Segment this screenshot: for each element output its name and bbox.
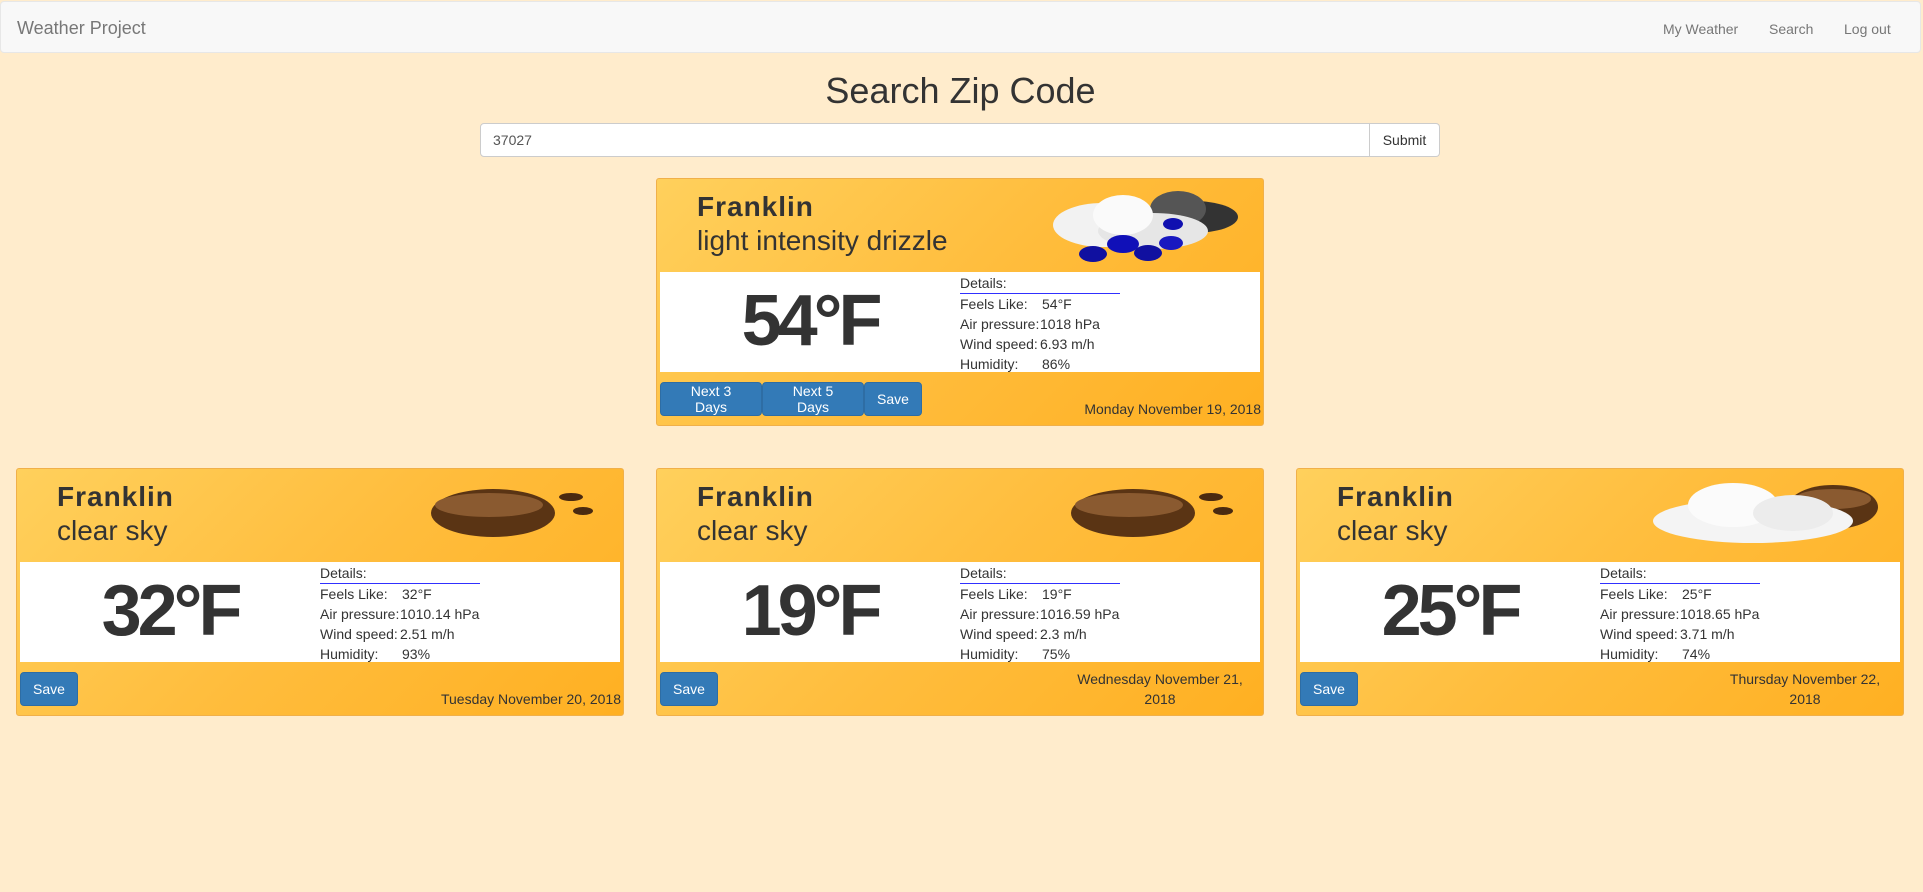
current-weather-card: Franklin light intensity drizzle 54°F De… <box>656 178 1264 426</box>
wind-speed-label: Wind speed: <box>960 626 1038 642</box>
humidity-label: Humidity: <box>960 646 1019 662</box>
humidity-value: 86% <box>1042 356 1071 372</box>
wind-speed-label: Wind speed: <box>320 626 398 642</box>
search-form: Submit <box>480 123 1440 157</box>
rain-cloud-icon <box>1053 191 1238 262</box>
details-heading: Details: <box>960 563 1120 584</box>
air-pressure-label: Air pressure: <box>1600 606 1680 622</box>
card-description: light intensity drizzle <box>697 225 948 256</box>
wind-speed-value: 2.3 m/h <box>1040 626 1087 642</box>
wind-speed-value: 3.71 m/h <box>1680 626 1735 642</box>
wind-speed-value: 2.51 m/h <box>400 626 455 642</box>
cloud-icon <box>1653 483 1878 543</box>
card-date: Monday November 19, 2018 <box>1084 401 1261 417</box>
card-body: 54°F Details: Feels Like: 54°F Air pressu… <box>660 272 1260 372</box>
details-heading: Details: <box>1600 563 1760 584</box>
air-pressure-label: Air pressure: <box>960 316 1040 332</box>
feels-like-label: Feels Like: <box>960 586 1028 602</box>
wind-speed-label: Wind speed: <box>960 336 1038 352</box>
zip-code-input[interactable] <box>480 123 1370 157</box>
temperature: 19°F <box>741 571 883 651</box>
nav-log-out[interactable]: Log out <box>1844 21 1891 37</box>
brand-link[interactable]: Weather Project <box>17 18 146 39</box>
card-body: 19°F Details: Feels Like: 19°F Air pressu… <box>660 562 1260 662</box>
feels-like-label: Feels Like: <box>1600 586 1668 602</box>
humidity-value: 75% <box>1042 646 1071 662</box>
save-button[interactable]: Save <box>20 672 78 706</box>
air-pressure-value: 1018.65 hPa <box>1680 606 1760 622</box>
forecast-card: Franklin clear sky 32°F Details: Feels L… <box>16 468 624 716</box>
nav-search[interactable]: Search <box>1769 21 1813 37</box>
page-title: Search Zip Code <box>825 70 1096 111</box>
air-pressure-label: Air pressure: <box>960 606 1040 622</box>
details: Details: Feels Like: 32°F Air pressure: 10… <box>320 563 480 664</box>
humidity-label: Humidity: <box>1600 646 1659 662</box>
card-date: Tuesday November 20, 2018 <box>440 691 621 707</box>
humidity-label: Humidity: <box>960 356 1019 372</box>
forecast-card: Franklin clear sky 19°F Details: Feels L… <box>656 468 1264 716</box>
humidity-value: 93% <box>402 646 431 662</box>
feels-like-value: 25°F <box>1682 586 1712 602</box>
feels-like-label: Feels Like: <box>320 586 388 602</box>
clear-sky-icon <box>1071 489 1233 537</box>
card-date-line2: 2018 <box>1789 691 1821 707</box>
humidity-label: Humidity: <box>320 646 379 662</box>
temperature: 54°F <box>741 281 883 361</box>
humidity-value: 74% <box>1682 646 1711 662</box>
feels-like-value: 19°F <box>1042 586 1072 602</box>
card-description: clear sky <box>697 515 808 546</box>
wind-speed-value: 6.93 m/h <box>1040 336 1095 352</box>
details: Details: Feels Like: 19°F Air pressure: 10… <box>960 563 1120 664</box>
details-heading: Details: <box>320 563 480 584</box>
save-button[interactable]: Save <box>1300 672 1358 706</box>
submit-button[interactable]: Submit <box>1370 123 1440 157</box>
air-pressure-value: 1018 hPa <box>1040 316 1100 332</box>
navbar: Weather Project My Weather Search Log ou… <box>0 1 1921 53</box>
card-description: clear sky <box>1337 515 1448 546</box>
air-pressure-value: 1016.59 hPa <box>1040 606 1120 622</box>
feels-like-value: 54°F <box>1042 296 1072 312</box>
card-city: Franklin <box>57 481 174 512</box>
save-button[interactable]: Save <box>660 672 718 706</box>
details: Details: Feels Like: 25°F Air pressure: 10… <box>1600 563 1760 664</box>
card-city: Franklin <box>697 191 814 222</box>
details-heading: Details: <box>960 273 1120 294</box>
card-date-line2: 2018 <box>1144 691 1176 707</box>
save-button[interactable]: Save <box>864 382 922 416</box>
card-body: 32°F Details: Feels Like: 32°F Air pressu… <box>20 562 620 662</box>
card-date-line1: Thursday November 22, <box>1729 671 1881 687</box>
feels-like-value: 32°F <box>402 586 432 602</box>
card-city: Franklin <box>697 481 814 512</box>
air-pressure-label: Air pressure: <box>320 606 400 622</box>
card-date: Wednesday November 21, 2018 <box>1065 669 1255 709</box>
next-3-days-button[interactable]: Next 3 Days <box>660 382 762 416</box>
forecast-card: Franklin clear sky 25°F Details: Feels L… <box>1296 468 1904 716</box>
temperature: 32°F <box>101 571 243 651</box>
nav-my-weather[interactable]: My Weather <box>1663 21 1738 37</box>
card-body: 25°F Details: Feels Like: 25°F Air pressu… <box>1300 562 1900 662</box>
card-description: clear sky <box>57 515 168 546</box>
wind-speed-label: Wind speed: <box>1600 626 1678 642</box>
air-pressure-value: 1010.14 hPa <box>400 606 480 622</box>
next-5-days-button[interactable]: Next 5 Days <box>762 382 864 416</box>
card-date-line1: Wednesday November 21, <box>1077 671 1243 687</box>
clear-sky-icon <box>431 489 593 537</box>
card-city: Franklin <box>1337 481 1454 512</box>
feels-like-label: Feels Like: <box>960 296 1028 312</box>
card-date: Thursday November 22, 2018 <box>1715 669 1895 709</box>
temperature: 25°F <box>1381 571 1523 651</box>
details: Details: Feels Like: 54°F Air pressure: 10… <box>960 273 1120 374</box>
